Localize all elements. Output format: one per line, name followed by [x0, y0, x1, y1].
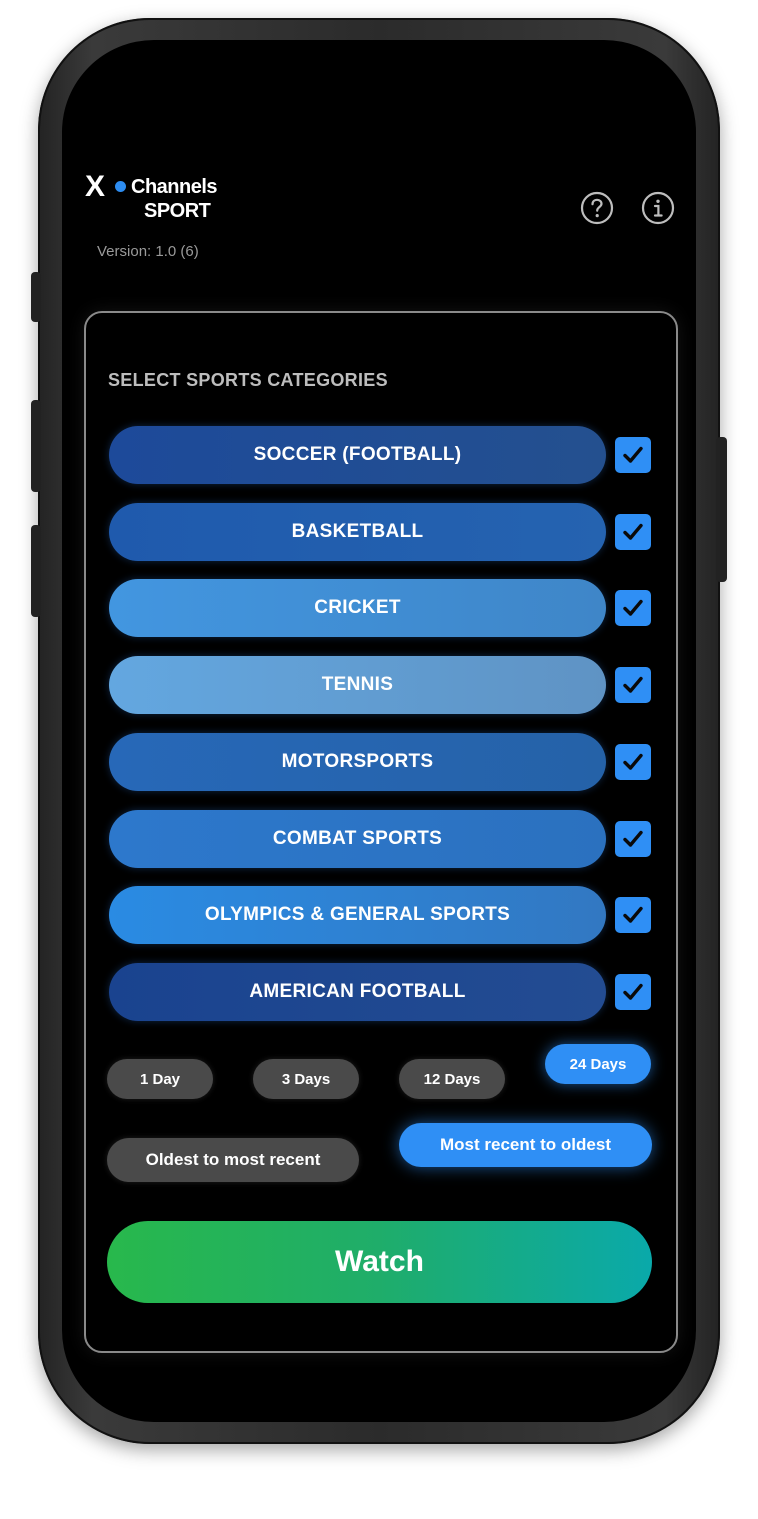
checkmark-icon: [623, 753, 643, 770]
category-checkbox[interactable]: [615, 437, 651, 473]
range-12-days-button[interactable]: 12 Days: [399, 1059, 505, 1099]
category-label: CRICKET: [314, 597, 401, 619]
category-checkbox[interactable]: [615, 820, 651, 857]
help-button[interactable]: [580, 191, 614, 225]
checkmark-icon: [623, 523, 643, 540]
range-24-days-button[interactable]: 24 Days: [545, 1044, 651, 1084]
category-label: AMERICAN FOOTBALL: [249, 980, 466, 1002]
category-checkbox[interactable]: [615, 590, 651, 627]
chip-label: 1 Day: [139, 1070, 181, 1088]
checkmark-icon: [623, 983, 643, 1000]
category-checkbox[interactable]: [615, 897, 651, 934]
version-label: Version: 1.0 (6): [97, 243, 199, 260]
categories-title: SELECT SPORTS CATEGORIES: [108, 370, 388, 390]
category-button[interactable]: OLYMPICS & GENERAL SPORTS: [109, 886, 606, 945]
chip-label: 24 Days: [569, 1055, 627, 1073]
volume-up-button: [31, 400, 41, 492]
category-checkbox[interactable]: [615, 743, 651, 780]
sort-oldest-first-button[interactable]: Oldest to most recent: [107, 1138, 359, 1182]
sort-label: Oldest to most recent: [145, 1150, 321, 1169]
category-button[interactable]: BASKETBALL: [109, 502, 606, 561]
watch-button[interactable]: Watch: [107, 1221, 652, 1303]
category-label: TENNIS: [321, 674, 394, 696]
power-button: [716, 437, 727, 582]
sort-newest-first-button[interactable]: Most recent to oldest: [399, 1123, 652, 1167]
category-button[interactable]: AMERICAN FOOTBALL: [109, 962, 606, 1021]
checkmark-icon: [623, 600, 643, 617]
category-button[interactable]: MOTORSPORTS: [109, 732, 606, 791]
silent-switch: [31, 272, 41, 322]
checkmark-icon: [623, 906, 643, 923]
logo-sport-text: SPORT: [144, 200, 211, 222]
category-button[interactable]: SOCCER (FOOTBALL): [109, 426, 606, 484]
info-button[interactable]: [641, 191, 675, 225]
category-checkbox[interactable]: [615, 513, 651, 550]
range-3-days-button[interactable]: 3 Days: [253, 1059, 359, 1099]
category-label: OLYMPICS & GENERAL SPORTS: [204, 904, 511, 926]
question-circle-icon: [580, 191, 614, 225]
range-1-day-button[interactable]: 1 Day: [107, 1059, 213, 1099]
category-button[interactable]: CRICKET: [109, 579, 606, 638]
logo-dot-icon: [115, 181, 126, 192]
watch-label: Watch: [335, 1245, 424, 1278]
volume-down-button: [31, 525, 41, 617]
category-label: SOCCER (FOOTBALL): [253, 444, 462, 465]
category-label: COMBAT SPORTS: [272, 827, 443, 849]
category-label: MOTORSPORTS: [281, 750, 434, 772]
checkmark-icon: [623, 676, 643, 693]
category-button[interactable]: TENNIS: [109, 656, 606, 715]
checkmark-icon: [623, 446, 643, 463]
logo-x-letter: X: [85, 170, 106, 203]
category-checkbox[interactable]: [615, 973, 651, 1010]
category-checkbox[interactable]: [615, 667, 651, 704]
info-circle-icon: [641, 191, 675, 225]
chip-label: 3 Days: [281, 1070, 331, 1088]
logo-channels-text: Channels: [131, 176, 218, 198]
category-label: BASKETBALL: [291, 520, 424, 542]
chip-label: 12 Days: [423, 1070, 481, 1088]
checkmark-icon: [623, 830, 643, 847]
app-logo: X Channels SPORT: [85, 172, 225, 224]
category-button[interactable]: COMBAT SPORTS: [109, 809, 606, 868]
sort-label: Most recent to oldest: [440, 1135, 611, 1154]
